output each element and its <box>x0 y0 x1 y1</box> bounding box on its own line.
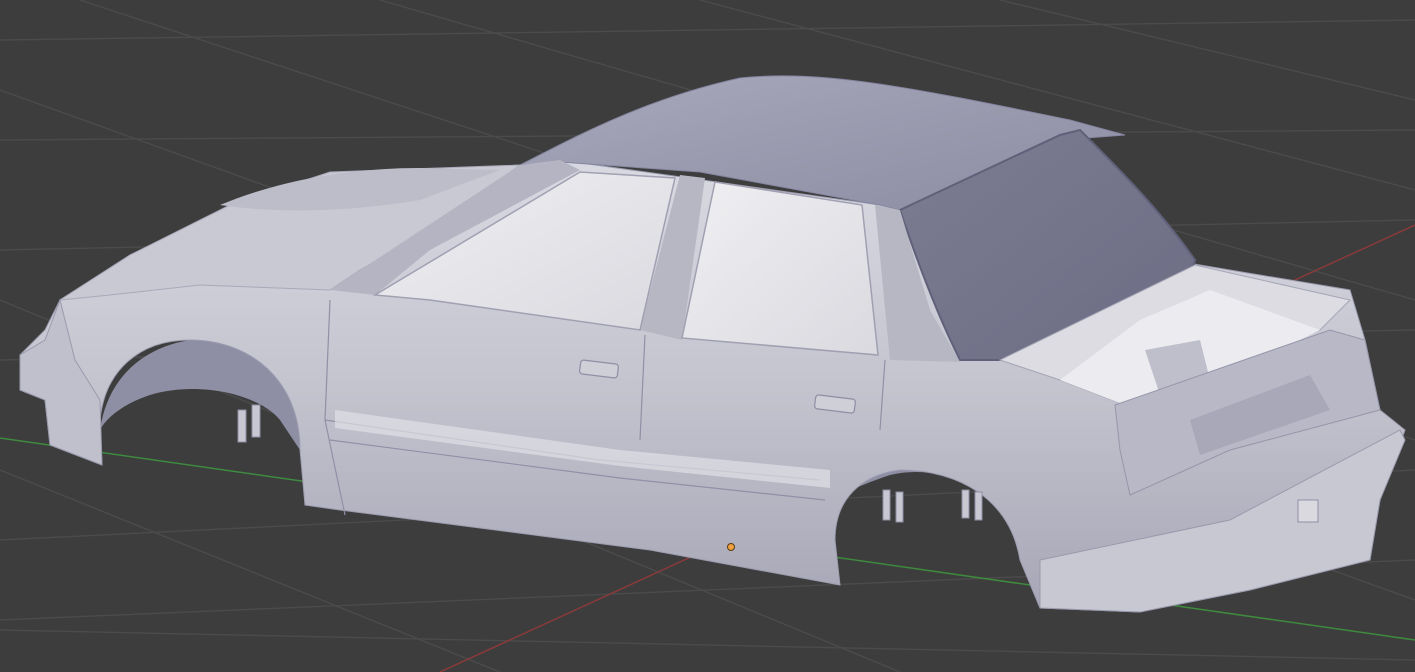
license-plate-recess <box>1297 499 1319 523</box>
3d-viewport[interactable] <box>0 0 1415 672</box>
viewport-canvas[interactable] <box>0 0 1415 672</box>
rear-door-window <box>681 181 879 356</box>
car-body-mesh[interactable] <box>19 75 1406 613</box>
object-origin-dot[interactable] <box>727 543 735 551</box>
